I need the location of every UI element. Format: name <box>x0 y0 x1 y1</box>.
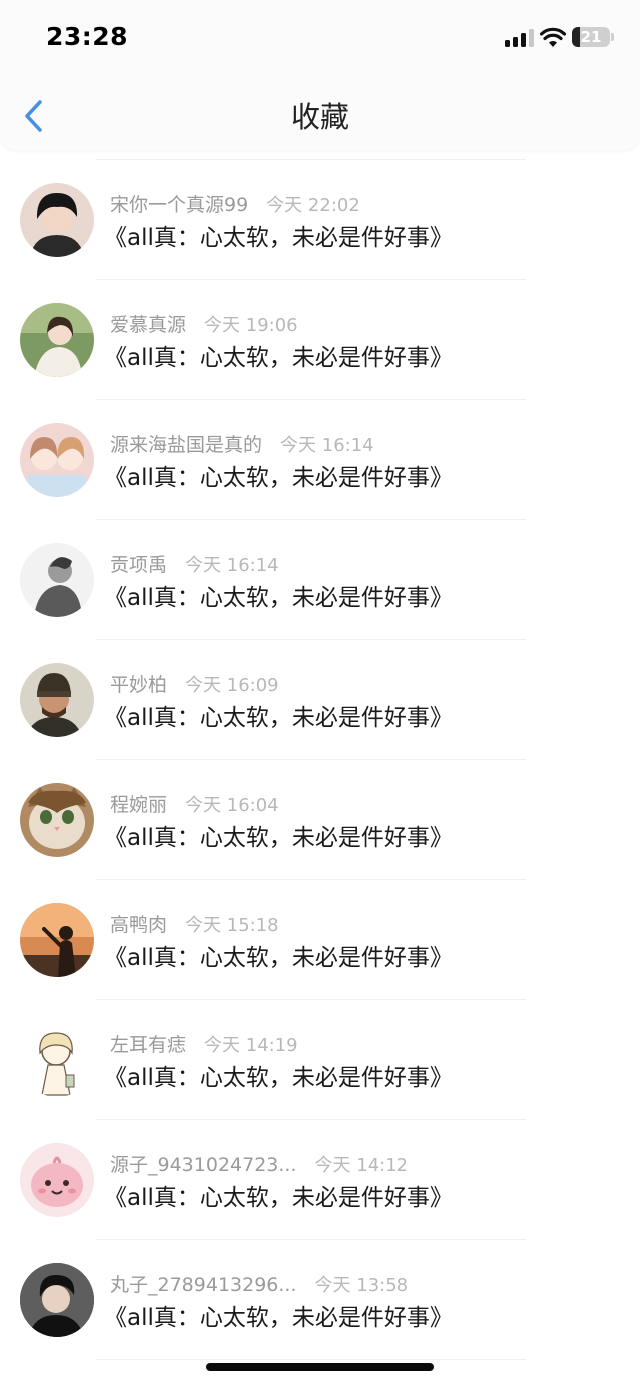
timestamp: 今天 16:14 <box>280 435 374 456</box>
item-meta: 左耳有痣 今天 14:19 <box>110 1033 298 1058</box>
article-title[interactable]: 《all真：心太软，未必是件好事》 <box>104 222 453 254</box>
user-name: 高鸭肉 <box>110 914 168 936</box>
item-meta: 平妙柏 今天 16:09 <box>110 673 279 698</box>
timestamp: 今天 19:06 <box>204 315 298 336</box>
list-divider <box>96 1359 526 1360</box>
avatar-image <box>20 1263 94 1337</box>
favorite-item[interactable]: 贡项禹 今天 16:14 《all真：心太软，未必是件好事》 <box>0 520 640 640</box>
avatar[interactable] <box>20 303 94 377</box>
article-title[interactable]: 《all真：心太软，未必是件好事》 <box>104 582 453 614</box>
article-title[interactable]: 《all真：心太软，未必是件好事》 <box>104 1302 453 1334</box>
item-meta: 宋你一个真源99 今天 22:02 <box>110 193 360 218</box>
timestamp: 今天 22:02 <box>266 195 360 216</box>
favorite-item[interactable]: 程婉丽 今天 16:04 《all真：心太软，未必是件好事》 <box>0 760 640 880</box>
article-title[interactable]: 《all真：心太软，未必是件好事》 <box>104 822 453 854</box>
avatar[interactable] <box>20 1023 94 1097</box>
avatar-image <box>20 783 94 857</box>
avatar[interactable] <box>20 903 94 977</box>
avatar-image <box>20 1023 94 1097</box>
favorite-item[interactable]: 平妙柏 今天 16:09 《all真：心太软，未必是件好事》 <box>0 640 640 760</box>
item-meta: 程婉丽 今天 16:04 <box>110 793 279 818</box>
user-name: 程婉丽 <box>110 794 168 816</box>
avatar[interactable] <box>20 783 94 857</box>
item-meta: 源来海盐国是真的 今天 16:14 <box>110 433 374 458</box>
avatar[interactable] <box>20 1263 94 1337</box>
favorite-item[interactable]: 源来海盐国是真的 今天 16:14 《all真：心太软，未必是件好事》 <box>0 400 640 520</box>
favorite-item[interactable]: 左耳有痣 今天 14:19 《all真：心太软，未必是件好事》 <box>0 1000 640 1120</box>
article-title[interactable]: 《all真：心太软，未必是件好事》 <box>104 342 453 374</box>
user-name: 源子_9431024723... <box>110 1154 297 1176</box>
avatar[interactable] <box>20 663 94 737</box>
avatar[interactable] <box>20 1143 94 1217</box>
article-title[interactable]: 《all真：心太软，未必是件好事》 <box>104 702 453 734</box>
timestamp: 今天 13:58 <box>314 1275 409 1296</box>
home-indicator[interactable] <box>206 1363 434 1371</box>
status-time: 23:28 <box>46 22 129 51</box>
timestamp: 今天 16:09 <box>185 675 279 696</box>
favorite-item[interactable]: 丸子_2789413296... 今天 13:58 《all真：心太软，未必是件好事… <box>0 1240 640 1360</box>
item-meta: 贡项禹 今天 16:14 <box>110 553 279 578</box>
avatar[interactable] <box>20 423 94 497</box>
avatar-image <box>20 1143 94 1217</box>
avatar-image <box>20 543 94 617</box>
user-name: 贡项禹 <box>110 554 168 576</box>
navigation-header: 23:28 21 收藏 <box>0 0 640 150</box>
battery-tip <box>611 33 614 41</box>
battery-level: 21 <box>580 28 602 46</box>
page-title: 收藏 <box>290 100 349 134</box>
favorite-item[interactable]: 爱慕真源 今天 19:06 《all真：心太软，未必是件好事》 <box>0 280 640 400</box>
avatar[interactable] <box>20 543 94 617</box>
user-name: 源来海盐国是真的 <box>110 434 263 456</box>
timestamp: 今天 14:19 <box>204 1035 298 1056</box>
timestamp: 今天 14:12 <box>314 1155 409 1176</box>
user-name: 平妙柏 <box>110 674 168 696</box>
item-meta: 高鸭肉 今天 15:18 <box>110 913 279 938</box>
avatar-image <box>20 663 94 737</box>
user-name: 宋你一个真源99 <box>110 194 249 216</box>
article-title[interactable]: 《all真：心太软，未必是件好事》 <box>104 1182 453 1214</box>
timestamp: 今天 16:14 <box>185 555 279 576</box>
battery-icon: 21 <box>572 27 610 47</box>
user-name: 丸子_2789413296... <box>110 1274 297 1296</box>
user-name: 左耳有痣 <box>110 1034 187 1056</box>
favorite-item[interactable]: 高鸭肉 今天 15:18 《all真：心太软，未必是件好事》 <box>0 880 640 1000</box>
timestamp: 今天 16:04 <box>185 795 279 816</box>
favorite-item[interactable]: 宋你一个真源99 今天 22:02 《all真：心太软，未必是件好事》 <box>0 160 640 280</box>
wifi-icon <box>540 27 566 47</box>
item-meta: 丸子_2789413296... 今天 13:58 <box>110 1273 408 1298</box>
favorite-item[interactable]: 源子_9431024723... 今天 14:12 《all真：心太软，未必是件好事… <box>0 1120 640 1240</box>
avatar-image <box>20 183 94 257</box>
article-title[interactable]: 《all真：心太软，未必是件好事》 <box>104 1062 453 1094</box>
avatar-image <box>20 303 94 377</box>
avatar-image <box>20 903 94 977</box>
timestamp: 今天 15:18 <box>185 915 279 936</box>
avatar[interactable] <box>20 183 94 257</box>
cellular-signal-icon <box>505 29 535 47</box>
article-title[interactable]: 《all真：心太软，未必是件好事》 <box>104 942 453 974</box>
favorites-list: 宋你一个真源99 今天 22:02 《all真：心太软，未必是件好事》 爱慕真源 今天 … <box>0 150 640 1360</box>
item-meta: 爱慕真源 今天 19:06 <box>110 313 298 338</box>
article-title[interactable]: 《all真：心太软，未必是件好事》 <box>104 462 453 494</box>
user-name: 爱慕真源 <box>110 314 187 336</box>
avatar-image <box>20 423 94 497</box>
item-meta: 源子_9431024723... 今天 14:12 <box>110 1153 408 1178</box>
